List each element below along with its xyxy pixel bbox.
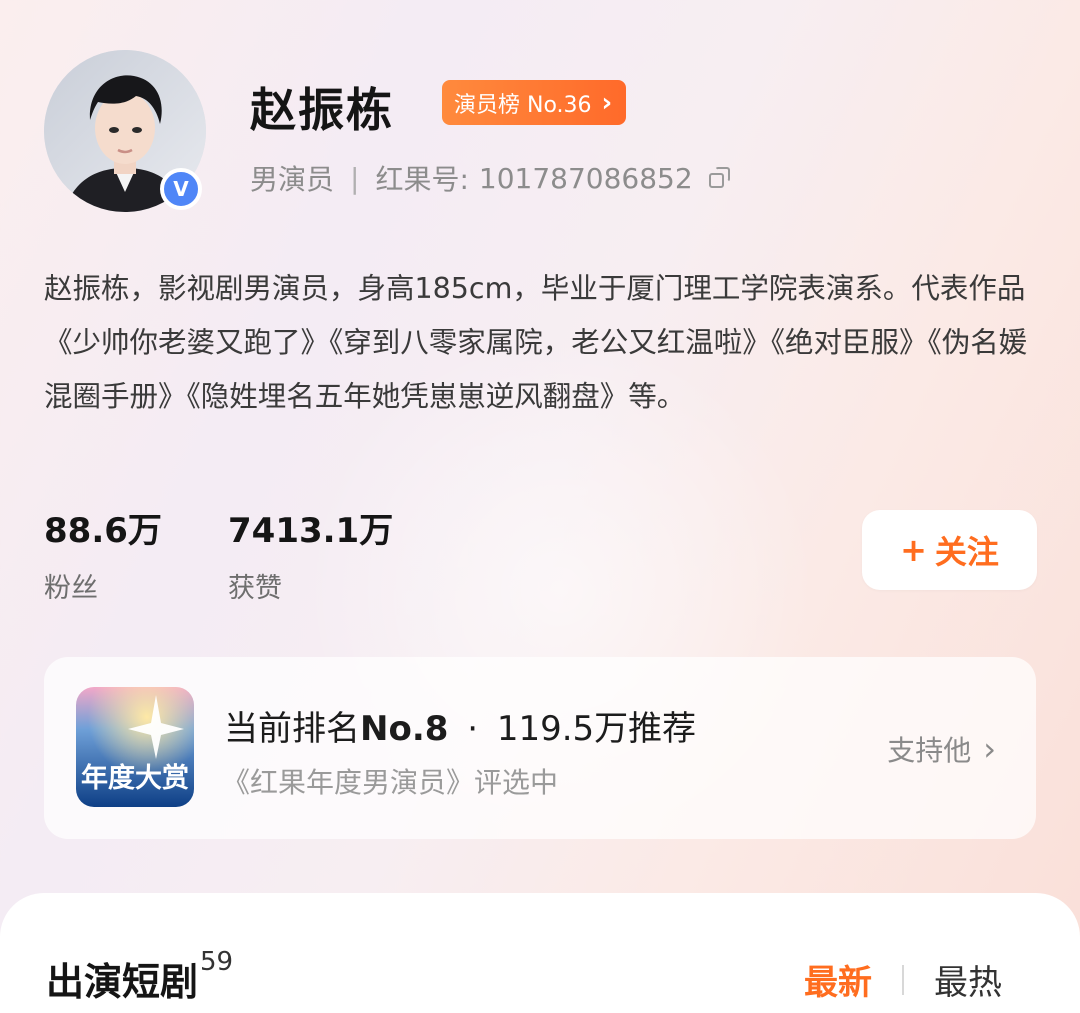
annual-award-logo: 年度大赏 — [76, 687, 194, 807]
award-logo-text: 年度大赏 — [81, 762, 189, 793]
support-button[interactable]: 支持他 › — [887, 729, 996, 769]
plus-icon: + — [900, 531, 927, 569]
award-rank-prefix: 当前排名 — [224, 709, 360, 749]
award-subtitle: 《红果年度男演员》评选中 — [222, 766, 559, 799]
tab-divider — [902, 964, 904, 995]
profile-id-label: 红果号: — [375, 163, 469, 196]
fans-label: 粉丝 — [44, 573, 98, 604]
profile-subline: 男演员 | 红果号: 101787086852 — [250, 158, 731, 198]
dramas-panel: 出演短剧59 最新 最热 — [0, 893, 1080, 1013]
stat-likes[interactable]: 7413.1万 获赞 — [228, 503, 393, 605]
dramas-count: 59 — [200, 947, 234, 977]
follow-button[interactable]: + 关注 — [862, 510, 1037, 590]
rank-badge[interactable]: 演员榜 No.36 › — [442, 80, 627, 125]
award-title: 当前排名No.8 · 119.5万推荐 — [224, 701, 696, 750]
likes-count: 7413.1万 — [228, 511, 394, 551]
award-recommend: 119.5万推荐 — [496, 709, 697, 749]
profile-role: 男演员 — [250, 163, 335, 196]
chevron-right-icon: › — [601, 87, 613, 118]
copy-icon[interactable] — [707, 166, 731, 190]
award-card[interactable]: 年度大赏 当前排名No.8 · 119.5万推荐 《红果年度男演员》评选中 支持… — [44, 657, 1036, 839]
profile-id-value: 101787086852 — [478, 161, 693, 195]
dramas-section-title: 出演短剧59 — [46, 947, 233, 1006]
verified-icon: V — [160, 168, 202, 210]
profile-bio: 赵振栋，影视剧男演员，身高185cm，毕业于厦门理工学院表演系。代表作品《少帅你… — [44, 272, 1028, 413]
dramas-title: 出演短剧 — [46, 960, 199, 1004]
award-rank-value: No.8 — [360, 709, 449, 749]
tab-latest[interactable]: 最新 — [804, 955, 872, 1004]
fans-count: 88.6万 — [44, 511, 162, 551]
tab-hot[interactable]: 最热 — [934, 955, 1002, 1004]
award-dot: · — [467, 709, 479, 749]
likes-label: 获赞 — [228, 573, 282, 604]
sort-tabs: 最新 最热 — [804, 955, 1002, 1004]
support-label: 支持他 — [887, 734, 972, 767]
chevron-right-icon: › — [983, 730, 996, 768]
rank-badge-label: 演员榜 No.36 — [454, 92, 592, 118]
follow-button-label: 关注 — [934, 533, 999, 571]
subline-separator: | — [350, 161, 360, 195]
profile-name: 赵振栋 — [250, 83, 394, 137]
stat-fans[interactable]: 88.6万 粉丝 — [44, 503, 162, 605]
